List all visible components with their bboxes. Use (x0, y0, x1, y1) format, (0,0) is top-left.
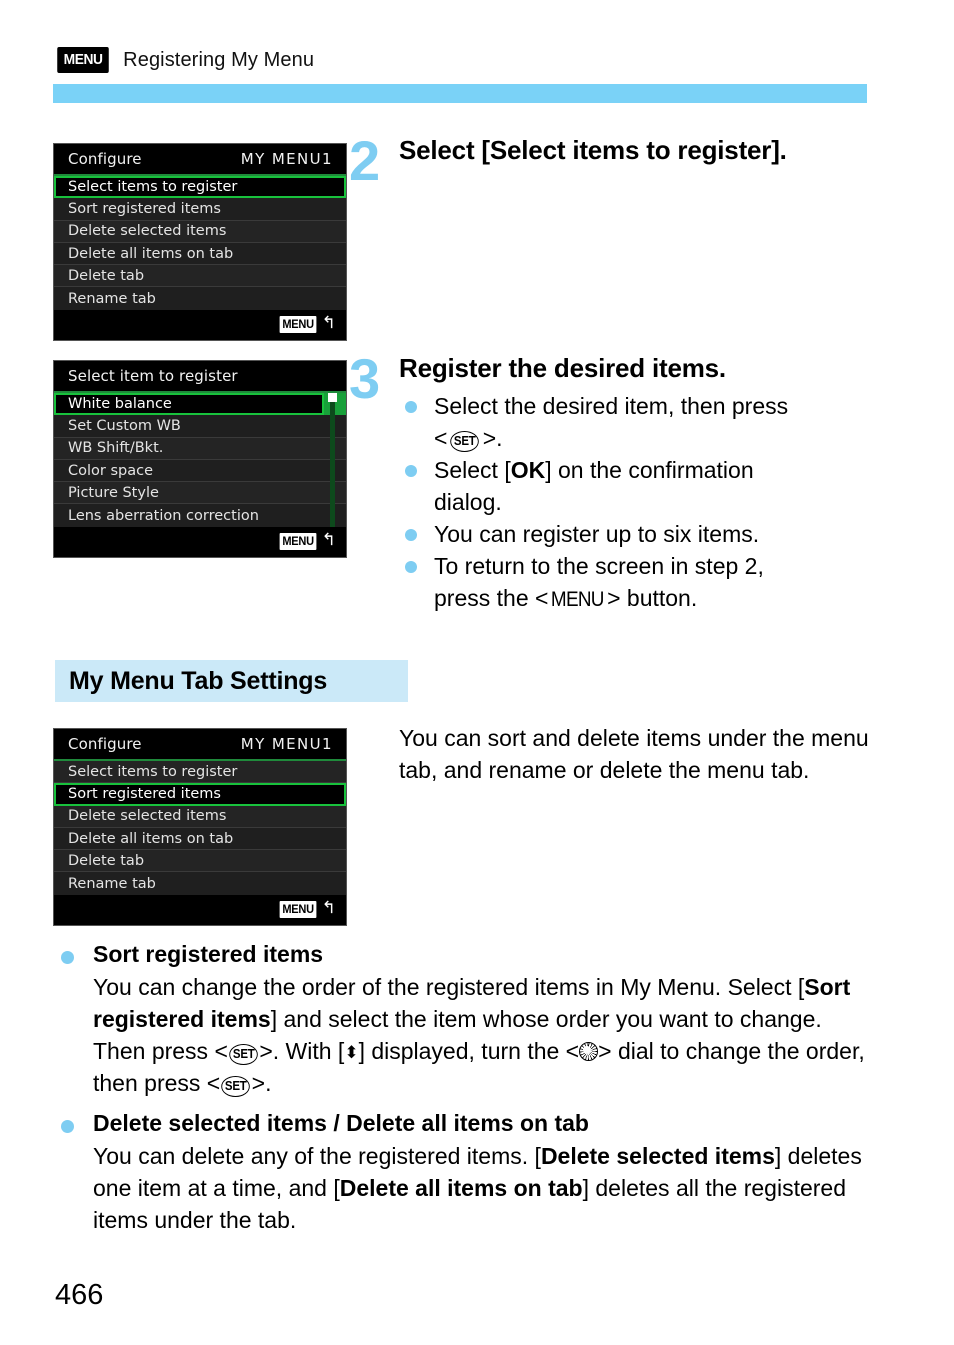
step-number-3: 3 (349, 347, 380, 410)
scrollbar-thumb[interactable] (328, 393, 337, 402)
quick-control-dial-icon (579, 1042, 599, 1061)
camera-menu-item-rename-tab[interactable]: Rename tab (54, 872, 346, 895)
set-button-icon: SET (221, 1076, 251, 1097)
camera-menu-item-sort-registered-items[interactable]: Sort registered items (54, 198, 346, 221)
return-arrow-icon: ↰ (321, 898, 336, 919)
return-arrow-icon: ↰ (321, 530, 336, 551)
topic-sort-registered-items: Sort registered items You can change the… (55, 938, 865, 1099)
scrollbar[interactable] (328, 393, 337, 527)
menu-badge-icon: MENU (279, 901, 317, 919)
bullet-dot-icon (405, 465, 417, 477)
camera-footer: MENU ↰ (54, 526, 346, 557)
camera-screen-select-item-to-register: Select item to register White balance Se… (53, 360, 347, 558)
page-title: Registering My Menu (123, 48, 315, 71)
return-arrow-icon: ↰ (321, 313, 336, 334)
step-title-2: Select [Select items to register]. (399, 135, 787, 165)
camera-titlebar: Select item to register (54, 361, 346, 393)
camera-tab-label: MY MENU1 (240, 150, 333, 168)
camera-menu-item-delete-selected-items[interactable]: Delete selected items (54, 805, 346, 828)
bullet-dot-icon (61, 951, 74, 964)
bullet-dot-icon (405, 529, 417, 541)
camera-menu-item-lens-aberration-correction[interactable]: Lens aberration correction (54, 504, 346, 527)
menu-badge-icon: MENU (279, 533, 317, 551)
camera-menu-list: Select items to register Sort registered… (54, 176, 346, 310)
bullet-dot-icon (61, 1120, 74, 1133)
camera-screen-configure-step2: Configure MY MENU1 Select items to regis… (53, 143, 347, 341)
section-header-my-menu-tab-settings: My Menu Tab Settings (55, 660, 408, 702)
camera-menu-item-wb-shift-bkt[interactable]: WB Shift/Bkt. (54, 437, 346, 460)
camera-menu-item-delete-tab[interactable]: Delete tab (54, 850, 346, 873)
camera-menu-item-delete-all-items-on-tab[interactable]: Delete all items on tab (54, 242, 346, 266)
page-number: 466 (55, 1279, 104, 1311)
camera-screen-title: Configure (68, 150, 142, 168)
camera-menu-item-white-balance[interactable]: White balance (54, 393, 324, 416)
camera-menu-item-set-custom-wb[interactable]: Set Custom WB (54, 415, 346, 438)
camera-footer: MENU ↰ (54, 894, 346, 925)
camera-menu-item-color-space[interactable]: Color space (54, 459, 346, 483)
step-title-3: Register the desired items. (399, 353, 726, 383)
camera-tab-label: MY MENU1 (240, 735, 333, 753)
bullet-dot-icon (405, 561, 417, 573)
section-intro-text: You can sort and delete items under the … (399, 725, 869, 783)
menu-badge-icon: MENU (279, 316, 317, 334)
camera-menu-item-select-items-to-register[interactable]: Select items to register (54, 176, 346, 199)
menu-badge-icon: MENU (57, 47, 109, 73)
camera-footer: MENU ↰ (54, 309, 346, 340)
list-item: You can register up to six items. (399, 518, 869, 550)
topic-delete-items: Delete selected items / Delete all items… (55, 1107, 865, 1236)
camera-menu-list: Select items to register Sort registered… (54, 761, 346, 895)
camera-screen-title: Select item to register (68, 367, 238, 385)
menu-button-icon: MENU (551, 588, 605, 611)
topic-heading: Sort registered items (93, 941, 324, 967)
topic-heading: Delete selected items / Delete all items… (93, 1110, 589, 1136)
camera-menu-item-rename-tab[interactable]: Rename tab (54, 287, 346, 310)
list-item: Select the desired item, then press < SET… (399, 390, 869, 454)
topic-body: You can change the order of the register… (93, 974, 865, 1097)
step-3-bullets: Select the desired item, then press < SET… (399, 390, 869, 616)
page-header: MENU Registering My Menu (55, 47, 314, 73)
step-number-2: 2 (349, 129, 380, 192)
list-item: Select [OK] on the confirmation dialog. (399, 454, 869, 518)
bullet-dot-icon (405, 401, 417, 413)
camera-menu-item-delete-selected-items[interactable]: Delete selected items (54, 220, 346, 243)
header-accent-bar (53, 84, 867, 103)
camera-screen-title: Configure (68, 735, 142, 753)
camera-menu-item-delete-tab[interactable]: Delete tab (54, 265, 346, 288)
section-title: My Menu Tab Settings (69, 666, 328, 695)
camera-menu-item-select-items-to-register[interactable]: Select items to register (54, 761, 346, 784)
topic-body: You can delete any of the registered ite… (93, 1143, 862, 1233)
camera-titlebar: Configure MY MENU1 (54, 729, 346, 761)
list-item: To return to the screen in step 2, press … (399, 550, 869, 616)
camera-menu-item-delete-all-items-on-tab[interactable]: Delete all items on tab (54, 827, 346, 851)
up-down-arrow-icon: ⬍ (344, 1043, 359, 1062)
camera-menu-item-picture-style[interactable]: Picture Style (54, 482, 346, 505)
set-button-icon: SET (229, 1044, 259, 1065)
camera-menu-list: White balance Set Custom WB WB Shift/Bkt… (54, 393, 346, 527)
camera-titlebar: Configure MY MENU1 (54, 144, 346, 176)
set-button-icon: SET (450, 431, 480, 452)
camera-menu-item-sort-registered-items[interactable]: Sort registered items (54, 783, 346, 806)
camera-screen-configure-tab-settings: Configure MY MENU1 Select items to regis… (53, 728, 347, 926)
